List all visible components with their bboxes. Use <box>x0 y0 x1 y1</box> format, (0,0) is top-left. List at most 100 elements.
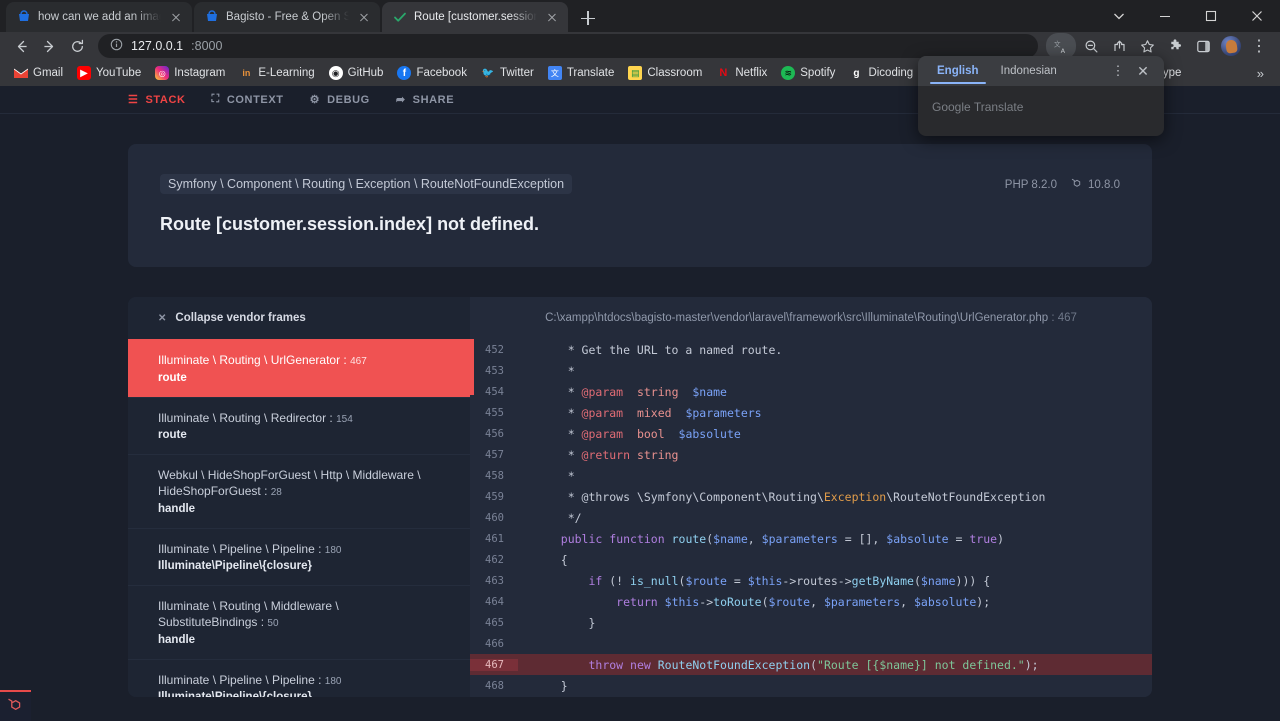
translate-tab-english[interactable]: English <box>928 59 988 84</box>
bookmark-gmail[interactable]: Gmail <box>8 63 69 83</box>
bookmark-dicoding[interactable]: g Dicoding <box>843 63 919 83</box>
code-token: toRoute <box>713 594 762 609</box>
browser-tab[interactable]: Bagisto - Free & Open Source La <box>194 2 380 32</box>
code-line-number: 468 <box>485 679 504 692</box>
classroom-icon: ▤ <box>628 66 643 80</box>
bookmark-netflix[interactable]: N Netflix <box>710 63 773 83</box>
code-line-number: 466 <box>485 637 504 650</box>
bookmark-label: Classroom <box>647 67 703 79</box>
tab-close-icon[interactable] <box>544 9 560 25</box>
elearning-icon: in <box>242 68 251 78</box>
code-token: -> <box>699 594 714 609</box>
frame-item[interactable]: Illuminate \ Routing \ Middleware \ Subs… <box>128 585 470 659</box>
code-token: getByName <box>851 573 914 588</box>
bagisto-favicon-icon <box>204 10 219 25</box>
code-token: ); <box>1024 657 1039 672</box>
bookmark-label: GitHub <box>347 67 384 79</box>
code-line: 468 } <box>470 675 1152 696</box>
translate-tab-indonesian[interactable]: Indonesian <box>992 59 1066 84</box>
bookmark-github[interactable]: ◉ GitHub <box>323 63 390 83</box>
code-token: ( <box>761 594 769 609</box>
bookmark-elearning[interactable]: in E-Learning <box>233 63 320 83</box>
tab-context[interactable]: ⛶ CONTEXT <box>212 93 284 106</box>
tab-label: SHARE <box>412 93 455 106</box>
code-line: 466 <box>470 633 1152 654</box>
collapse-label: Collapse vendor frames <box>175 312 306 324</box>
maximize-button[interactable] <box>1188 0 1234 32</box>
code-token: $name <box>920 573 956 588</box>
avatar[interactable] <box>1218 33 1244 59</box>
code-token: * <box>540 426 582 441</box>
frame-item[interactable]: Illuminate \ Routing \ UrlGenerator : 46… <box>128 339 470 397</box>
code-line-content: return $this->toRoute($route, $parameter… <box>518 595 990 609</box>
browser-tab-active[interactable]: Route [customer.session.index] n <box>382 2 568 32</box>
forward-icon[interactable] <box>36 33 62 59</box>
minimize-button[interactable] <box>1142 0 1188 32</box>
frame-item[interactable]: Illuminate \ Pipeline \ Pipeline : 180 I… <box>128 658 470 697</box>
bookmark-label: Twitter <box>499 67 534 79</box>
exception-card: Symfony \ Component \ Routing \ Exceptio… <box>128 144 1152 267</box>
translate-popup-header: English Indonesian ⋮ ✕ <box>918 56 1164 86</box>
code-line-number: 456 <box>485 427 504 440</box>
reload-icon[interactable] <box>64 33 90 59</box>
code-token: RouteNotFoundException <box>657 657 811 672</box>
close-window-button[interactable] <box>1234 0 1280 32</box>
frame-item[interactable]: Illuminate \ Routing \ Redirector : 154 … <box>128 396 470 455</box>
tab-close-icon[interactable] <box>168 9 184 25</box>
site-info-icon[interactable] <box>110 38 123 54</box>
code-token: $parameters <box>761 531 838 546</box>
browser-menu-icon[interactable]: ⋮ <box>1246 33 1272 59</box>
code-token: = [], <box>837 531 887 546</box>
code-line-content: throw new RouteNotFoundException("Route … <box>518 657 1039 672</box>
puzzle-icon[interactable] <box>1162 33 1188 59</box>
bookmark-translate[interactable]: 文 Translate <box>542 63 621 83</box>
frame-line-number: 154 <box>336 413 353 425</box>
code-token: = <box>726 573 748 588</box>
bookmark-spotify[interactable]: ≋ Spotify <box>775 63 841 83</box>
code-token: * <box>540 468 575 483</box>
bookmark-facebook[interactable]: f Facebook <box>391 63 473 83</box>
frame-item[interactable]: Webkul \ HideShopForGuest \ Http \ Middl… <box>128 454 470 528</box>
translate-options-icon[interactable]: ⋮ <box>1108 63 1128 79</box>
bookmark-label: Instagram <box>174 67 226 79</box>
translate-close-icon[interactable]: ✕ <box>1132 63 1154 80</box>
code-token: , <box>900 594 914 609</box>
dicoding-icon: g <box>853 67 860 79</box>
tab-share[interactable]: ➦ SHARE <box>396 93 455 107</box>
bagisto-favicon-icon <box>16 10 31 25</box>
code-token: @param <box>581 384 624 399</box>
code-token: ( <box>913 573 921 588</box>
code-token: } <box>540 615 596 630</box>
tab-close-icon[interactable] <box>356 9 372 25</box>
frames-list: ✕ Collapse vendor frames Illuminate \ Ro… <box>128 297 470 697</box>
back-icon[interactable] <box>8 33 34 59</box>
ignition-badge[interactable] <box>0 690 31 721</box>
address-bar[interactable]: 127.0.0.1:8000 <box>98 34 1038 58</box>
tab-search-icon[interactable] <box>1096 0 1142 32</box>
browser-tab[interactable]: how can we add an image on the <box>6 2 192 32</box>
tab-stack[interactable]: ☰ STACK <box>128 93 186 107</box>
bookmark-youtube[interactable]: ▶ YouTube <box>71 63 147 83</box>
bookmark-classroom[interactable]: ▤ Classroom <box>622 63 708 83</box>
side-panel-icon[interactable] <box>1190 33 1216 59</box>
code-line: 464 return $this->toRoute($route, $param… <box>470 591 1152 612</box>
code-lines: 452 * Get the URL to a named route. 453 *… <box>470 339 1152 697</box>
code-file-path-line: 467 <box>1057 312 1077 324</box>
code-line-content: } <box>518 616 595 630</box>
collapse-vendor-frames-button[interactable]: ✕ Collapse vendor frames <box>128 297 470 339</box>
code-token: $this <box>747 573 783 588</box>
code-line-content: * Get the URL to a named route. <box>518 343 783 357</box>
new-tab-button[interactable] <box>574 4 602 32</box>
tab-debug[interactable]: ⚙ DEBUG <box>310 93 370 107</box>
bookmark-twitter[interactable]: 🐦 Twitter <box>475 63 540 83</box>
bookmark-instagram[interactable]: ◎ Instagram <box>149 63 231 83</box>
ignition-error-page: ☰ STACK ⛶ CONTEXT ⚙ DEBUG ➦ SHARE Symfon… <box>0 86 1280 721</box>
code-line-number: 464 <box>485 595 504 608</box>
bookmarks-overflow-icon[interactable]: » <box>1249 66 1272 81</box>
code-token: } <box>540 678 568 693</box>
frame-item[interactable]: Illuminate \ Pipeline \ Pipeline : 180 I… <box>128 527 470 586</box>
